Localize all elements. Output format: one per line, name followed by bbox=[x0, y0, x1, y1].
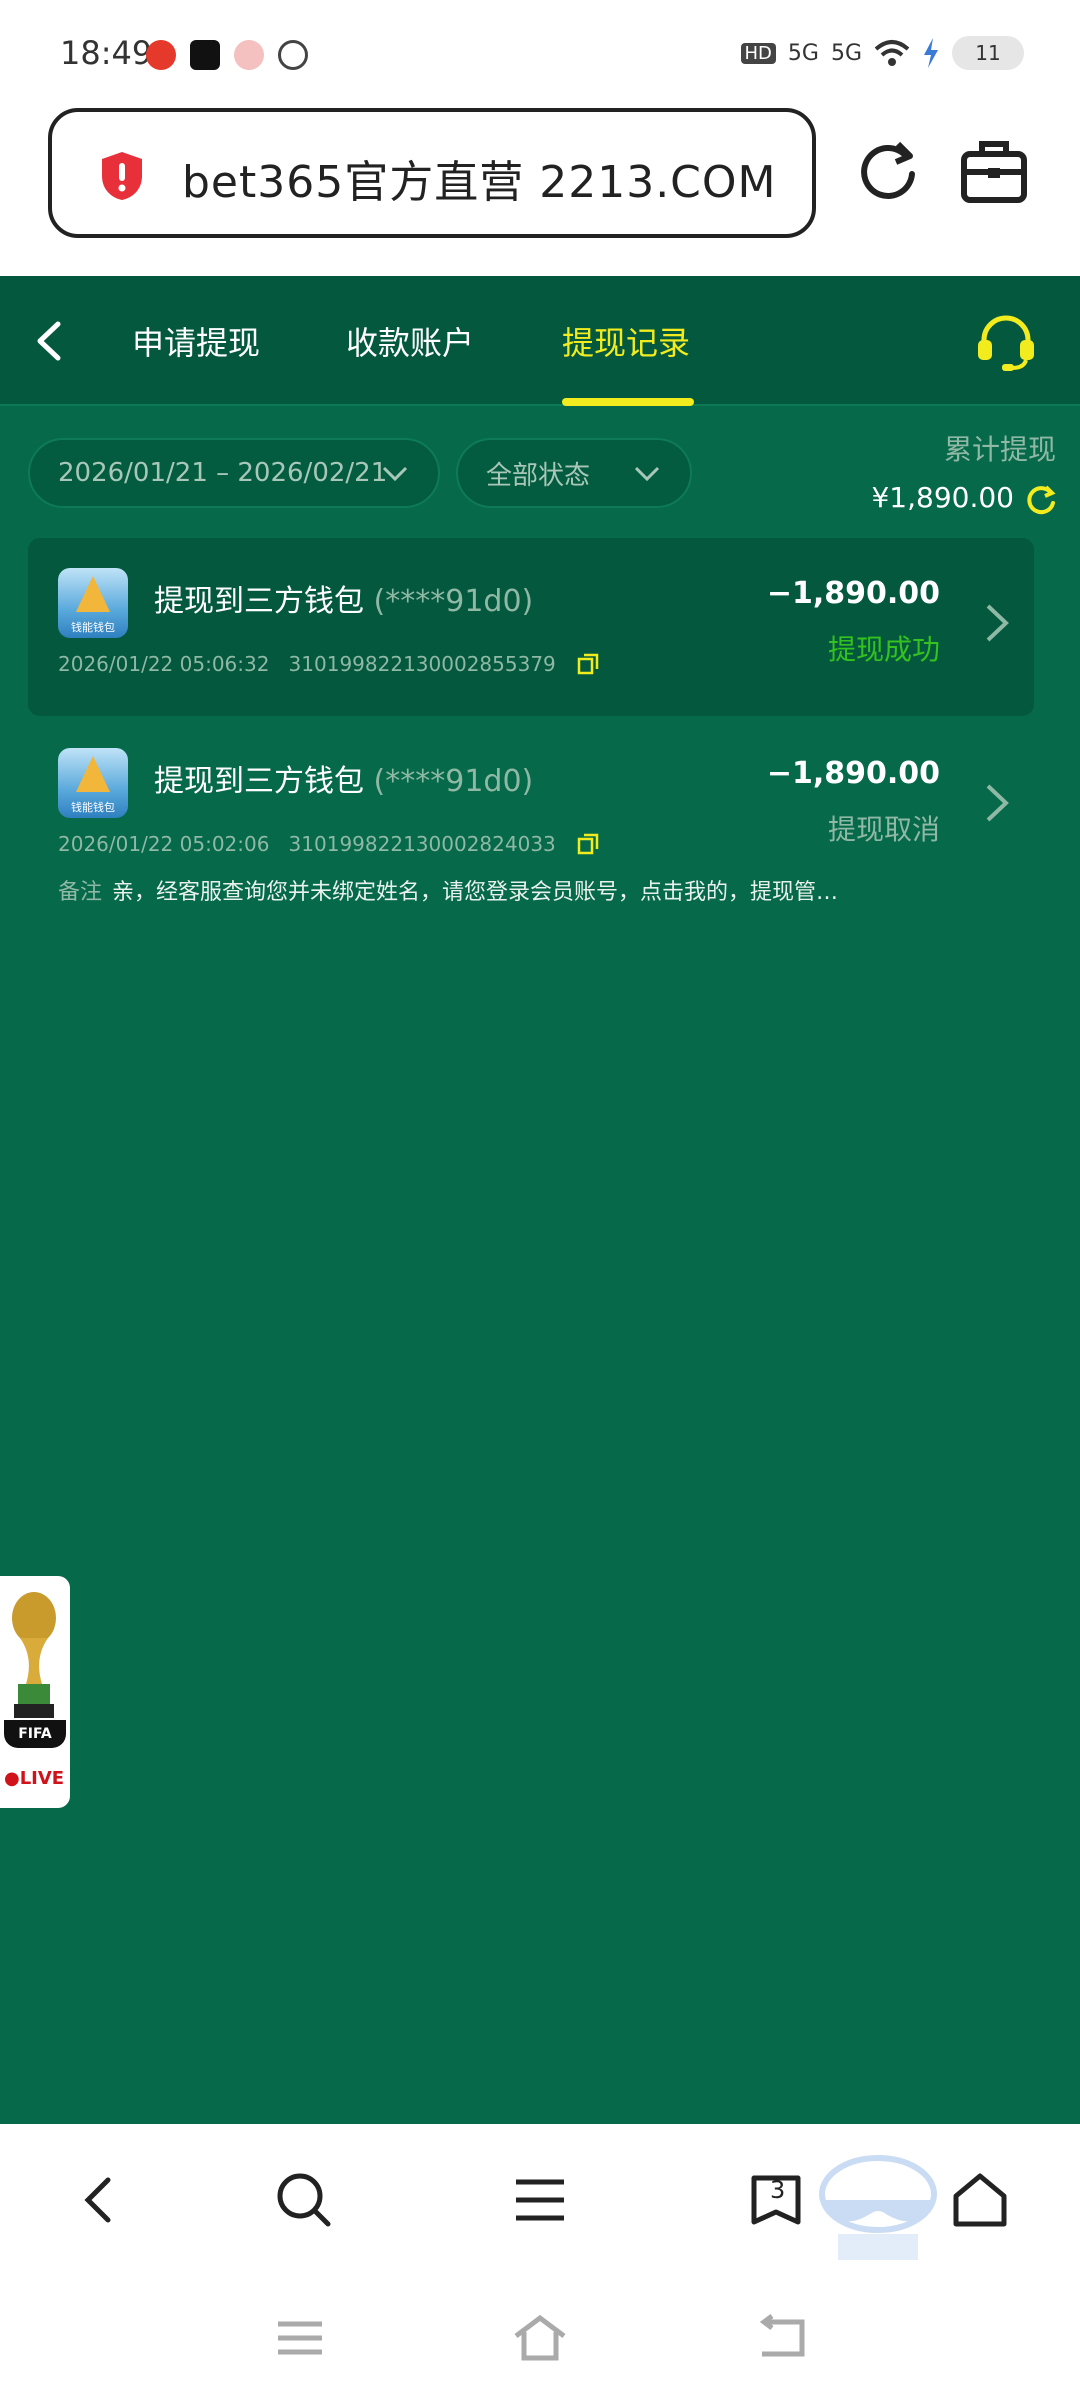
live-label: ●LIVE bbox=[4, 1768, 65, 1789]
total-withdraw-value: ¥1,890.00 bbox=[871, 481, 1014, 514]
browser-address-row: bet365官方直营 2213.COM bbox=[0, 108, 1080, 278]
fifa-live-widget[interactable]: FIFA ●LIVE bbox=[0, 1576, 70, 1808]
signal-5g-2-icon: 5G bbox=[830, 40, 862, 66]
record-note: 备注 亲，经客服查询您并未绑定姓名，请您登录会员账号，点击我的，提现管… bbox=[58, 874, 838, 906]
notification-icons bbox=[146, 40, 308, 70]
date-range-text: 2026/01/21 – 2026/02/21 bbox=[58, 458, 388, 488]
status-time: 18:49 bbox=[60, 34, 153, 72]
withdraw-record[interactable]: 钱能钱包 提现到三方钱包 (****91d0) 2026/01/22 05:02… bbox=[28, 718, 1034, 905]
charging-icon bbox=[924, 38, 938, 68]
record-order-id: 310199822130002824033 bbox=[288, 832, 556, 856]
refresh-icon[interactable] bbox=[1024, 482, 1058, 516]
url-text: bet365官方直营 2213.COM bbox=[182, 157, 777, 208]
copy-icon[interactable] bbox=[576, 832, 600, 856]
copy-icon[interactable] bbox=[576, 652, 600, 676]
record-status: 提现取消 bbox=[827, 813, 940, 846]
withdraw-record[interactable]: 钱能钱包 提现到三方钱包 (****91d0) 2026/01/22 05:06… bbox=[28, 538, 1034, 716]
record-status: 提现成功 bbox=[827, 633, 940, 666]
chevron-down-icon bbox=[382, 466, 408, 482]
sync-notification-icon bbox=[278, 40, 308, 70]
search-icon[interactable] bbox=[272, 2168, 336, 2232]
record-amount: −1,890.00 bbox=[766, 756, 940, 791]
hd-icon: HD bbox=[740, 42, 776, 64]
chevron-down-icon bbox=[634, 466, 660, 482]
record-datetime: 2026/01/22 05:02:06 bbox=[58, 832, 270, 856]
top-nav: 申请提现 收款账户 提现记录 bbox=[0, 276, 1080, 406]
tab-payee-account[interactable]: 收款账户 bbox=[346, 318, 474, 364]
note-text: 亲，经客服查询您并未绑定姓名，请您登录会员账号，点击我的，提现管… bbox=[112, 880, 839, 905]
record-amount: −1,890.00 bbox=[766, 576, 940, 611]
date-range-filter[interactable]: 2026/01/21 – 2026/02/21 bbox=[28, 438, 440, 508]
active-tab-indicator bbox=[562, 398, 694, 406]
record-title: 提现到三方钱包 (****91d0) bbox=[154, 764, 534, 799]
tab-withdraw-records[interactable]: 提现记录 bbox=[562, 318, 690, 364]
app-notification-icon bbox=[146, 40, 176, 70]
battery-indicator: 11 bbox=[952, 36, 1024, 70]
record-account: (****91d0) bbox=[373, 764, 534, 799]
chevron-right-icon bbox=[986, 604, 1009, 642]
home-icon[interactable] bbox=[948, 2168, 1012, 2232]
reload-icon[interactable] bbox=[850, 134, 926, 210]
system-back-icon[interactable] bbox=[752, 2314, 808, 2362]
withdraw-page: 申请提现 收款账户 提现记录 2026/01/21 – 2026/02/21 全… bbox=[0, 276, 1080, 2124]
recent-apps-icon[interactable] bbox=[272, 2314, 328, 2362]
customer-service-icon[interactable] bbox=[974, 312, 1038, 372]
wifi-icon bbox=[874, 40, 910, 66]
fifa-badge: FIFA bbox=[4, 1720, 66, 1748]
system-nav-bar bbox=[0, 2274, 1080, 2400]
tab-count: 3 bbox=[770, 2176, 786, 2204]
status-filter-text: 全部状态 bbox=[486, 460, 591, 491]
record-account: (****91d0) bbox=[373, 584, 534, 619]
toolbox-icon[interactable] bbox=[956, 134, 1032, 210]
mascot-icon bbox=[819, 2155, 937, 2260]
status-filter[interactable]: 全部状态 bbox=[456, 438, 692, 508]
world-cup-trophy-icon bbox=[12, 1592, 56, 1718]
menu-icon[interactable] bbox=[508, 2168, 572, 2232]
address-bar[interactable]: bet365官方直营 2213.COM bbox=[48, 108, 816, 238]
record-title: 提现到三方钱包 (****91d0) bbox=[154, 584, 534, 619]
status-right: HD 5G 5G 11 bbox=[740, 36, 1024, 70]
tiktok-icon bbox=[190, 40, 220, 70]
record-meta: 2026/01/22 05:06:32 3101998221300028553​… bbox=[58, 652, 600, 676]
back-icon[interactable] bbox=[26, 316, 70, 366]
record-order-id: 3101998221300028553​79 bbox=[288, 652, 556, 676]
map-notification-icon bbox=[234, 40, 264, 70]
system-home-icon[interactable] bbox=[512, 2314, 568, 2362]
record-datetime: 2026/01/22 05:06:32 bbox=[58, 652, 270, 676]
total-withdraw-label: 累计提现 bbox=[943, 433, 1056, 466]
signal-5g-1-icon: 5G bbox=[787, 40, 819, 66]
record-meta: 2026/01/22 05:02:06 31019982213000282403… bbox=[58, 832, 600, 856]
chevron-right-icon bbox=[986, 784, 1009, 822]
note-label: 备注 bbox=[58, 880, 103, 905]
tab-apply-withdraw[interactable]: 申请提现 bbox=[132, 318, 260, 364]
browser-back-icon[interactable] bbox=[68, 2168, 132, 2232]
wallet-logo: 钱能钱包 bbox=[58, 568, 128, 638]
browser-toolbar: 3 bbox=[0, 2124, 1080, 2274]
status-bar: 18:49 HD 5G 5G 11 bbox=[0, 0, 1080, 108]
wallet-logo: 钱能钱包 bbox=[58, 748, 128, 818]
security-warning-icon bbox=[102, 152, 142, 200]
